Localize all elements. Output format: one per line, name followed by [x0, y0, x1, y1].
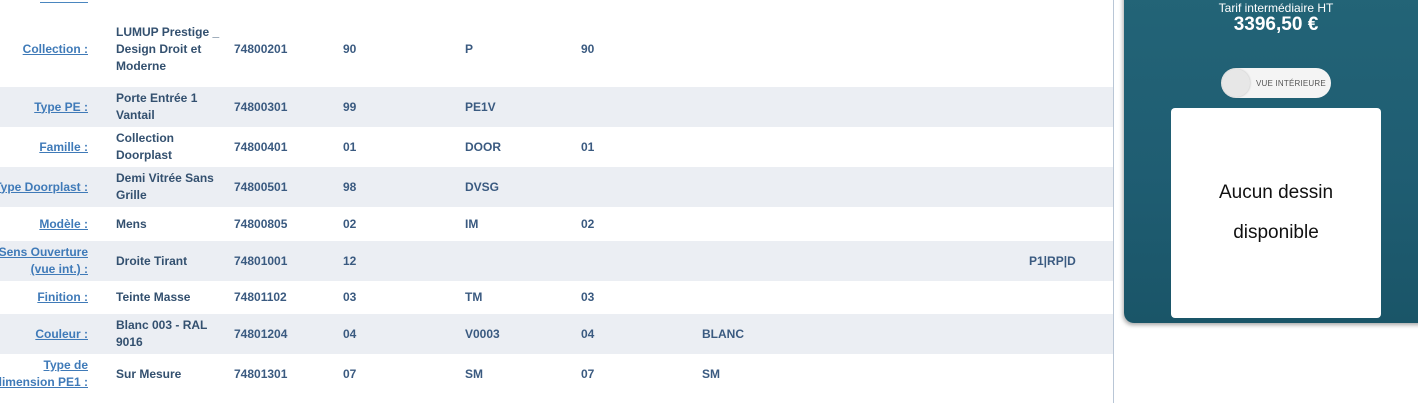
drawing-preview: Aucun dessin disponible — [1171, 108, 1381, 318]
row-value-1: 74801204 — [234, 326, 288, 341]
row-label-line: Sens Ouverture — [0, 245, 88, 259]
row-label-line: Modèle : — [39, 216, 88, 231]
row-value-0: Sur Mesure — [116, 366, 182, 381]
tarif-value: 3396,50 € — [1233, 14, 1319, 35]
row-label-link[interactable]: Sens Ouverture (vue int.) : — [0, 241, 88, 281]
row-label-link[interactable]: Type Doorplast : — [0, 167, 88, 207]
row-value-0: Mens — [116, 216, 147, 231]
row-value-2: 02 — [343, 216, 357, 231]
row-label-link[interactable]: Type PE : — [34, 87, 88, 127]
row-value-1: 74800501 — [234, 179, 288, 194]
row-value-3: IM — [465, 216, 479, 231]
top-link-fragment[interactable] — [40, 0, 88, 3]
row-label-line: Collection : — [22, 42, 88, 56]
row-value-3: DVSG — [465, 179, 500, 194]
row-value-2: 90 — [343, 42, 357, 56]
table-row: Type Doorplast : Demi Vitrée Sans Grille 7… — [0, 167, 1113, 207]
row-value-3: SM — [465, 366, 483, 381]
table-row: Famille : Collection Doorplast 74800401 01 D… — [0, 127, 1113, 167]
row-value-0: Porte Entrée 1 Vantail — [116, 91, 198, 122]
tarif-label: Tarif intermédiaire HT — [1218, 1, 1334, 15]
table-row: Collection : LUMUP Prestige _ Design Droi… — [0, 12, 1113, 87]
row-label-link[interactable]: Couleur : — [35, 314, 88, 354]
row-value-1: 74800301 — [234, 99, 288, 114]
row-label-line: Type Doorplast : — [0, 179, 88, 194]
row-value-0: Collection Doorplast — [116, 131, 175, 162]
table-row: Type de dimension PE1 : Sur Mesure 74801301… — [0, 354, 1113, 394]
row-value-2: 12 — [343, 253, 357, 268]
table-row: Sens Ouverture (vue int.) : Droite Tirant 7… — [0, 241, 1113, 281]
row-label-line: Type PE : — [34, 99, 88, 114]
row-value-2: 99 — [343, 99, 357, 114]
row-value-0: Demi Vitrée Sans Grille — [116, 171, 214, 202]
row-value-2: 98 — [343, 179, 357, 194]
row-value-3: PE1V — [465, 99, 496, 114]
row-value-3: V0003 — [465, 326, 500, 341]
row-label-line: Couleur : — [35, 326, 88, 341]
row-value-1: 74801301 — [234, 366, 288, 381]
row-value-5: BLANC — [702, 326, 744, 341]
configuration-table: Collection : LUMUP Prestige _ Design Droi… — [0, 0, 1113, 403]
table-row: Type PE : Porte Entrée 1 Vantail 74800301 9… — [0, 87, 1113, 127]
row-value-1: 74801102 — [234, 290, 287, 304]
row-label-link[interactable]: Collection : — [23, 12, 88, 87]
row-value-0: LUMUP Prestige _ Design Droit et Moderne — [116, 25, 220, 73]
row-value-3: DOOR — [465, 139, 501, 154]
row-label-line: (vue int.) : — [30, 262, 88, 276]
row-label-link[interactable]: Finition : — [37, 281, 88, 314]
row-label-line: dimension PE1 : — [0, 375, 88, 389]
row-value-0: Blanc 003 - RAL 9016 — [116, 318, 208, 349]
row-value-4: 04 — [581, 326, 595, 341]
toggle-label: VUE INTÉRIEURE — [1256, 78, 1326, 88]
table-row: Finition : Teinte Masse 74801102 03 TM 03 — [0, 281, 1113, 314]
row-label-line: Famille : — [39, 139, 88, 154]
table-row: Couleur : Blanc 003 - RAL 9016 74801204 04 V… — [0, 314, 1113, 354]
row-label-line: Finition : — [37, 290, 88, 304]
row-label-link[interactable]: Modèle : — [39, 207, 88, 241]
row-value-1: 74800805 — [234, 216, 288, 231]
panel-divider — [1113, 0, 1114, 403]
row-value-4: 07 — [581, 366, 595, 381]
row-label-link[interactable]: Famille : — [39, 127, 88, 167]
toggle-knob[interactable] — [1222, 69, 1250, 97]
row-label-line: Type de — [43, 358, 88, 372]
row-value-4: 01 — [581, 139, 595, 154]
row-value-0: Droite Tirant — [116, 253, 188, 268]
row-value-1: 74801001 — [234, 253, 288, 268]
row-value-6: P1|RP|D — [1029, 253, 1076, 268]
row-value-2: 04 — [343, 326, 357, 341]
row-value-2: 07 — [343, 366, 357, 381]
row-value-2: 01 — [343, 139, 357, 154]
no-drawing-message: Aucun dessin disponible — [1218, 182, 1334, 243]
row-value-4: 90 — [581, 42, 595, 56]
row-value-3: P — [465, 42, 474, 56]
row-value-0: Teinte Masse — [116, 290, 191, 304]
row-value-1: 74800201 — [234, 42, 288, 56]
row-value-2: 03 — [343, 290, 357, 304]
table-row: Modèle : Mens 74800805 02 IM 02 — [0, 207, 1113, 241]
row-label-link[interactable]: Type de dimension PE1 : — [0, 354, 88, 394]
row-value-3: TM — [465, 290, 483, 304]
row-value-5: SM — [702, 366, 720, 381]
row-value-1: 74800401 — [234, 139, 288, 154]
row-value-4: 03 — [581, 290, 595, 304]
row-value-4: 02 — [581, 216, 595, 231]
view-toggle[interactable]: VUE INTÉRIEURE — [1221, 68, 1331, 98]
